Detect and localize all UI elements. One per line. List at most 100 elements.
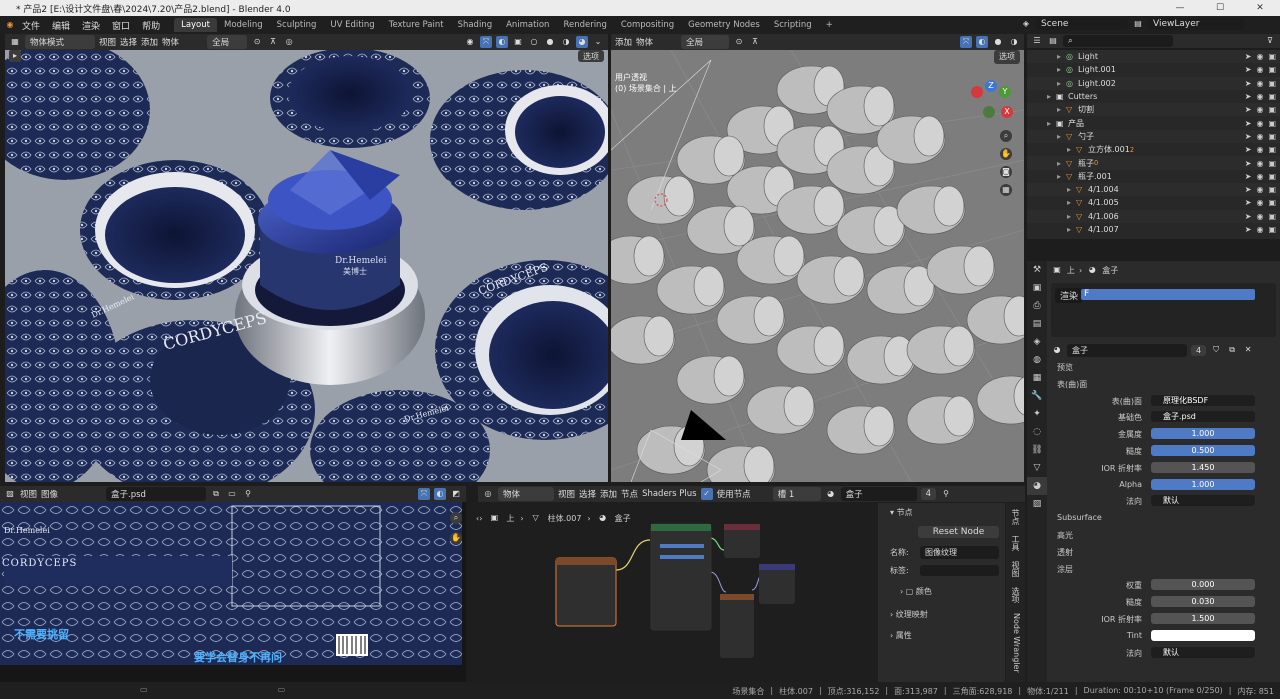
node-shader-type[interactable]: 物体 <box>498 487 554 501</box>
snap-icon[interactable]: ⊼ <box>267 36 279 48</box>
shading-solid-icon[interactable]: ● <box>544 36 556 48</box>
select-arrow-icon[interactable]: ➤ <box>1245 185 1252 194</box>
select-arrow-icon[interactable]: ➤ <box>1245 145 1252 154</box>
property-field[interactable]: 默认 <box>1151 495 1255 507</box>
node-material-icon[interactable]: ◕ <box>825 488 837 500</box>
toolbar-toggle-icon[interactable]: ▸ <box>9 50 21 62</box>
visibility-icon[interactable]: ◉ <box>464 36 476 48</box>
sidebar-tab-options[interactable]: 选项 <box>1010 587 1021 603</box>
view-layer-icon[interactable]: ▤ <box>1027 315 1047 333</box>
render-camera-icon[interactable]: ▣ <box>1268 105 1276 114</box>
image-editor-icon[interactable]: ▨ <box>4 488 16 500</box>
property-field[interactable]: 1.000 <box>1151 428 1255 440</box>
render-camera-icon[interactable]: ▣ <box>1268 79 1276 88</box>
duplicate-icon[interactable]: ⧉ <box>1226 344 1238 356</box>
proportional-icon[interactable]: ◎ <box>283 36 295 48</box>
menu-image[interactable]: 图像 <box>41 488 58 500</box>
material-name-field[interactable]: 盒子 <box>1067 343 1187 357</box>
overlay-icon[interactable]: ◐ <box>496 36 508 48</box>
node-menu-node[interactable]: 节点 <box>621 488 638 500</box>
property-field[interactable]: 默认 <box>1151 646 1255 658</box>
render-camera-icon[interactable]: ▣ <box>1268 198 1276 207</box>
gizmo-neg-x-icon[interactable] <box>971 86 983 98</box>
add-workspace-button[interactable]: + <box>819 18 840 32</box>
menu-object[interactable]: 物体 <box>162 36 179 48</box>
select-arrow-icon[interactable]: ➤ <box>1245 132 1252 141</box>
render-viewport[interactable]: Dr.Hemelei 美博士 CORDYCEPS CORDYCEPS Dr.He… <box>5 50 608 482</box>
gizmo-x-icon[interactable]: X <box>1001 106 1013 118</box>
pan-hand-icon[interactable]: ✋ <box>1000 148 1012 160</box>
menu-window[interactable]: 窗口 <box>106 19 136 32</box>
expand-icon[interactable]: ▸ <box>1057 132 1066 141</box>
render-icon[interactable]: ▣ <box>1027 279 1047 297</box>
select-arrow-icon[interactable]: ➤ <box>1245 159 1252 168</box>
outliner-row[interactable]: ▸ ◎ Light.001 ➤ ◉ ▣ <box>1027 63 1280 76</box>
property-field[interactable]: 0.500 <box>1151 444 1255 456</box>
tab-layout[interactable]: Layout <box>174 18 217 32</box>
node-menu-select[interactable]: 选择 <box>579 488 596 500</box>
texture-icon[interactable]: ▨ <box>1027 495 1047 513</box>
tab-sculpting[interactable]: Sculpting <box>270 18 324 32</box>
expand-icon[interactable]: ▸ <box>1057 172 1066 181</box>
tab-shading[interactable]: Shading <box>451 18 500 32</box>
material-browse-icon[interactable]: ◕ <box>1051 344 1063 356</box>
material-slot-list[interactable]: 渲染 F <box>1051 283 1276 337</box>
expand-icon[interactable]: ▸ <box>1047 92 1056 101</box>
scene-icon[interactable]: ◈ <box>1027 333 1047 351</box>
outliner-row[interactable]: ▸ ▣ 产品 ➤ ◉ ▣ <box>1027 116 1280 129</box>
image-pan-hand-icon[interactable]: ✋ <box>450 532 462 544</box>
overlay-icon-image[interactable]: ◐ <box>434 488 446 500</box>
orientation-dropdown-right[interactable]: 全局 <box>681 35 730 49</box>
render-camera-icon[interactable]: ▣ <box>1268 185 1276 194</box>
gizmo-z-icon[interactable]: Z <box>985 80 997 92</box>
render-camera-icon[interactable]: ▣ <box>1268 119 1276 128</box>
eye-icon[interactable]: ◉ <box>1256 105 1263 114</box>
outliner-row[interactable]: ▸ ▣ Cutters ➤ ◉ ▣ <box>1027 90 1280 103</box>
pivot-icon[interactable]: ⊙ <box>251 36 263 48</box>
node-menu-view[interactable]: 视图 <box>558 488 575 500</box>
render-camera-icon[interactable]: ▣ <box>1268 225 1276 234</box>
node-menu-add[interactable]: 添加 <box>600 488 617 500</box>
sidebar-tab-node-wrangler[interactable]: Node Wrangler <box>1010 613 1021 673</box>
select-arrow-icon[interactable]: ➤ <box>1245 172 1252 181</box>
overlay-icon-right[interactable]: ◐ <box>976 36 988 48</box>
navigation-gizmo[interactable]: Z Y X <box>969 80 1013 120</box>
snap-icon-right[interactable]: ⊼ <box>749 36 761 48</box>
select-arrow-icon[interactable]: ➤ <box>1245 212 1252 221</box>
display-mode-icon[interactable]: ▤ <box>1047 35 1059 47</box>
select-arrow-icon[interactable]: ➤ <box>1245 92 1252 101</box>
section-surface[interactable]: 表(曲)面 <box>1047 376 1280 393</box>
reset-node-button[interactable]: Reset Node <box>918 526 999 538</box>
expand-icon[interactable]: ▸ <box>1067 145 1076 154</box>
view-layer-selector[interactable]: ViewLayer <box>1148 18 1244 30</box>
node-material-field[interactable]: 盒子 <box>840 487 917 501</box>
data-icon[interactable]: ▽ <box>1027 459 1047 477</box>
constraints-icon[interactable]: ⛓ <box>1027 441 1047 459</box>
blender-logo-icon[interactable]: ◉ <box>4 19 16 31</box>
outliner-row[interactable]: ▸ ▽ 瓶子 0 ➤ ◉ ▣ <box>1027 156 1280 170</box>
eye-icon[interactable]: ◉ <box>1256 79 1263 88</box>
eye-icon[interactable]: ◉ <box>1256 92 1263 101</box>
menu-select[interactable]: 选择 <box>120 36 137 48</box>
property-field[interactable]: 1.000 <box>1151 478 1255 490</box>
node-pin-icon[interactable]: ⚲ <box>940 488 952 500</box>
node-section-header[interactable]: ▾ 节点 <box>884 503 1005 522</box>
outliner-row[interactable]: ▸ ◎ Light ➤ ◉ ▣ <box>1027 50 1280 64</box>
close-button[interactable]: ✕ <box>1240 0 1280 16</box>
menu-edit[interactable]: 编辑 <box>46 19 76 32</box>
shading-rendered-icon[interactable]: ◕ <box>576 36 588 48</box>
sidebar-tab-tool[interactable]: 工具 <box>1010 535 1021 551</box>
render-camera-icon[interactable]: ▣ <box>1268 212 1276 221</box>
gizmo-icon[interactable]: ⤧ <box>480 36 492 48</box>
eye-icon[interactable]: ◉ <box>1256 212 1263 221</box>
shading-wire-icon[interactable]: ○ <box>528 36 540 48</box>
select-arrow-icon[interactable]: ➤ <box>1245 198 1252 207</box>
outliner-row[interactable]: ▸ ▽ 立方体.001 2 ➤ ◉ ▣ <box>1027 143 1280 156</box>
render-camera-icon[interactable]: ▣ <box>1268 65 1276 74</box>
gizmo-icon-image[interactable]: ⤧ <box>418 488 430 500</box>
section-transmission[interactable]: 透射 <box>1047 544 1280 561</box>
modifier-icon[interactable]: 🔧 <box>1027 387 1047 405</box>
shading-solid-icon-right[interactable]: ● <box>992 36 1004 48</box>
property-field[interactable]: 0.030 <box>1151 596 1255 608</box>
eye-icon[interactable]: ◉ <box>1256 172 1263 181</box>
